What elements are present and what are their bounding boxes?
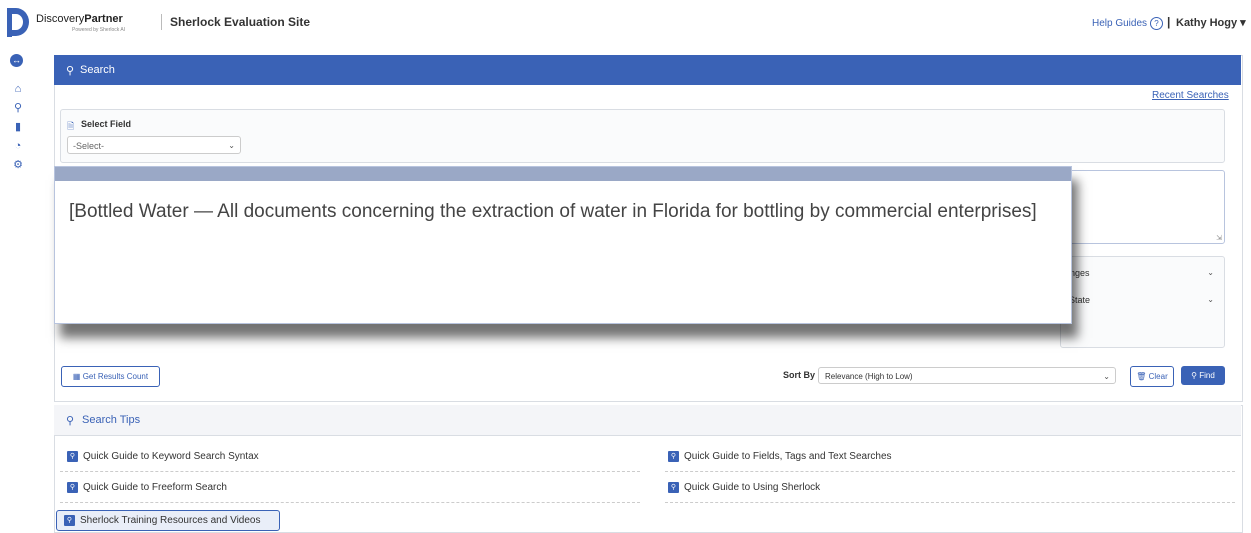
- document-icon: 🗎: [67, 121, 75, 131]
- select-field-value: -Select-: [73, 141, 105, 151]
- chevron-down-icon: ⌄: [1207, 268, 1214, 277]
- tip-link-keyword-syntax[interactable]: ⚲ Quick Guide to Keyword Search Syntax: [67, 451, 259, 462]
- get-results-count-button[interactable]: ▦ Get Results Count: [61, 366, 160, 387]
- search-icon: ⚲: [1191, 371, 1198, 380]
- brand-name-bold: Partner: [84, 13, 123, 25]
- recent-searches-link[interactable]: Recent Searches: [1152, 90, 1229, 101]
- select-field-label: Select Field: [81, 119, 132, 129]
- tag-search-icon: ⚲: [668, 451, 679, 462]
- search-header: ⚲ Search: [54, 55, 1241, 85]
- brand-name-regular: Discovery: [36, 13, 85, 25]
- search-title: Search: [80, 64, 115, 76]
- guide-icon: ⚲: [64, 515, 75, 526]
- calculator-icon: ▦: [72, 372, 81, 381]
- chevron-down-icon: ⌄: [228, 141, 235, 150]
- top-bar: DiscoveryPartner Powered by Sherlock AI …: [0, 0, 1251, 44]
- search-icon: ⚲: [66, 65, 75, 77]
- find-button[interactable]: ⚲ Find: [1181, 366, 1225, 385]
- tip-link-using-sherlock[interactable]: ⚲ Quick Guide to Using Sherlock: [668, 482, 820, 493]
- search-icon[interactable]: ⚲: [12, 102, 24, 114]
- query-callout: [Bottled Water — All documents concernin…: [54, 166, 1072, 324]
- help-guides-link[interactable]: Help Guides ?: [1092, 17, 1164, 30]
- sort-by-label: Sort By: [783, 370, 816, 380]
- trash-icon: 🗑: [1136, 372, 1147, 381]
- clear-button[interactable]: 🗑 Clear: [1130, 366, 1174, 387]
- home-icon[interactable]: ⌂: [12, 83, 24, 95]
- user-divider: |: [1167, 15, 1171, 29]
- guide-icon: ⚲: [668, 482, 679, 493]
- nav-toggle-icon[interactable]: ↔: [10, 54, 23, 67]
- callout-query-text: [Bottled Water — All documents concernin…: [69, 201, 1037, 222]
- help-guides-label: Help Guides: [1092, 18, 1148, 29]
- divider: [60, 471, 640, 472]
- chevron-down-icon: ⌄: [1207, 295, 1214, 304]
- header-divider: [161, 14, 162, 30]
- tip-label: Quick Guide to Using Sherlock: [684, 482, 821, 493]
- resize-handle-icon[interactable]: ⇲: [1216, 234, 1222, 242]
- site-title: Sherlock Evaluation Site: [170, 15, 311, 29]
- clear-label: Clear: [1148, 372, 1168, 381]
- discovery-partner-logo[interactable]: [3, 6, 33, 38]
- user-menu[interactable]: Kathy Hogy ▾: [1176, 16, 1246, 29]
- chevron-down-icon: ⌄: [1103, 372, 1110, 381]
- tip-label: Quick Guide to Fields, Tags and Text Sea…: [684, 451, 892, 462]
- search-textarea[interactable]: ⇲: [1060, 170, 1225, 244]
- select-field-dropdown[interactable]: -Select- ⌄: [67, 136, 241, 154]
- divider: [665, 471, 1235, 472]
- sort-by-dropdown[interactable]: Relevance (High to Low) ⌄: [818, 367, 1116, 384]
- sort-by-value: Relevance (High to Low): [825, 372, 913, 381]
- training-resources-label: Sherlock Training Resources and Videos: [80, 515, 261, 526]
- training-resources-button[interactable]: ⚲ Sherlock Training Resources and Videos: [56, 510, 280, 531]
- guide-icon: ⚲: [67, 451, 78, 462]
- brand-tagline: Powered by Sherlock AI: [72, 27, 126, 33]
- tip-label: Quick Guide to Keyword Search Syntax: [83, 451, 259, 462]
- tip-link-freeform[interactable]: ⚲ Quick Guide to Freeform Search: [67, 482, 227, 493]
- gear-icon[interactable]: ⚙: [12, 159, 24, 171]
- guide-icon: ⚲: [67, 482, 78, 493]
- search-tips-header[interactable]: ⚲ Search Tips: [54, 405, 1241, 436]
- chart-icon[interactable]: ◔: [12, 140, 24, 152]
- brand-name: DiscoveryPartner: [36, 13, 123, 25]
- get-results-count-label: Get Results Count: [82, 372, 149, 381]
- folder-icon[interactable]: ▮: [12, 121, 24, 133]
- divider: [60, 502, 640, 503]
- question-icon: ?: [1150, 17, 1164, 30]
- divider: [665, 502, 1235, 503]
- search-icon: ⚲: [66, 415, 75, 427]
- filter-dropdown-2[interactable]: w State ⌄: [1060, 291, 1214, 309]
- search-tips-title: Search Tips: [82, 414, 141, 426]
- tip-label: Quick Guide to Freeform Search: [83, 482, 227, 493]
- callout-header-bar: [55, 167, 1071, 181]
- filter-dropdown-1[interactable]: hanges ⌄: [1060, 264, 1214, 282]
- find-label: Find: [1199, 371, 1215, 380]
- tip-link-fields-tags[interactable]: ⚲ Quick Guide to Fields, Tags and Text S…: [668, 451, 892, 462]
- training-icon-wrap: ⚲: [64, 515, 75, 526]
